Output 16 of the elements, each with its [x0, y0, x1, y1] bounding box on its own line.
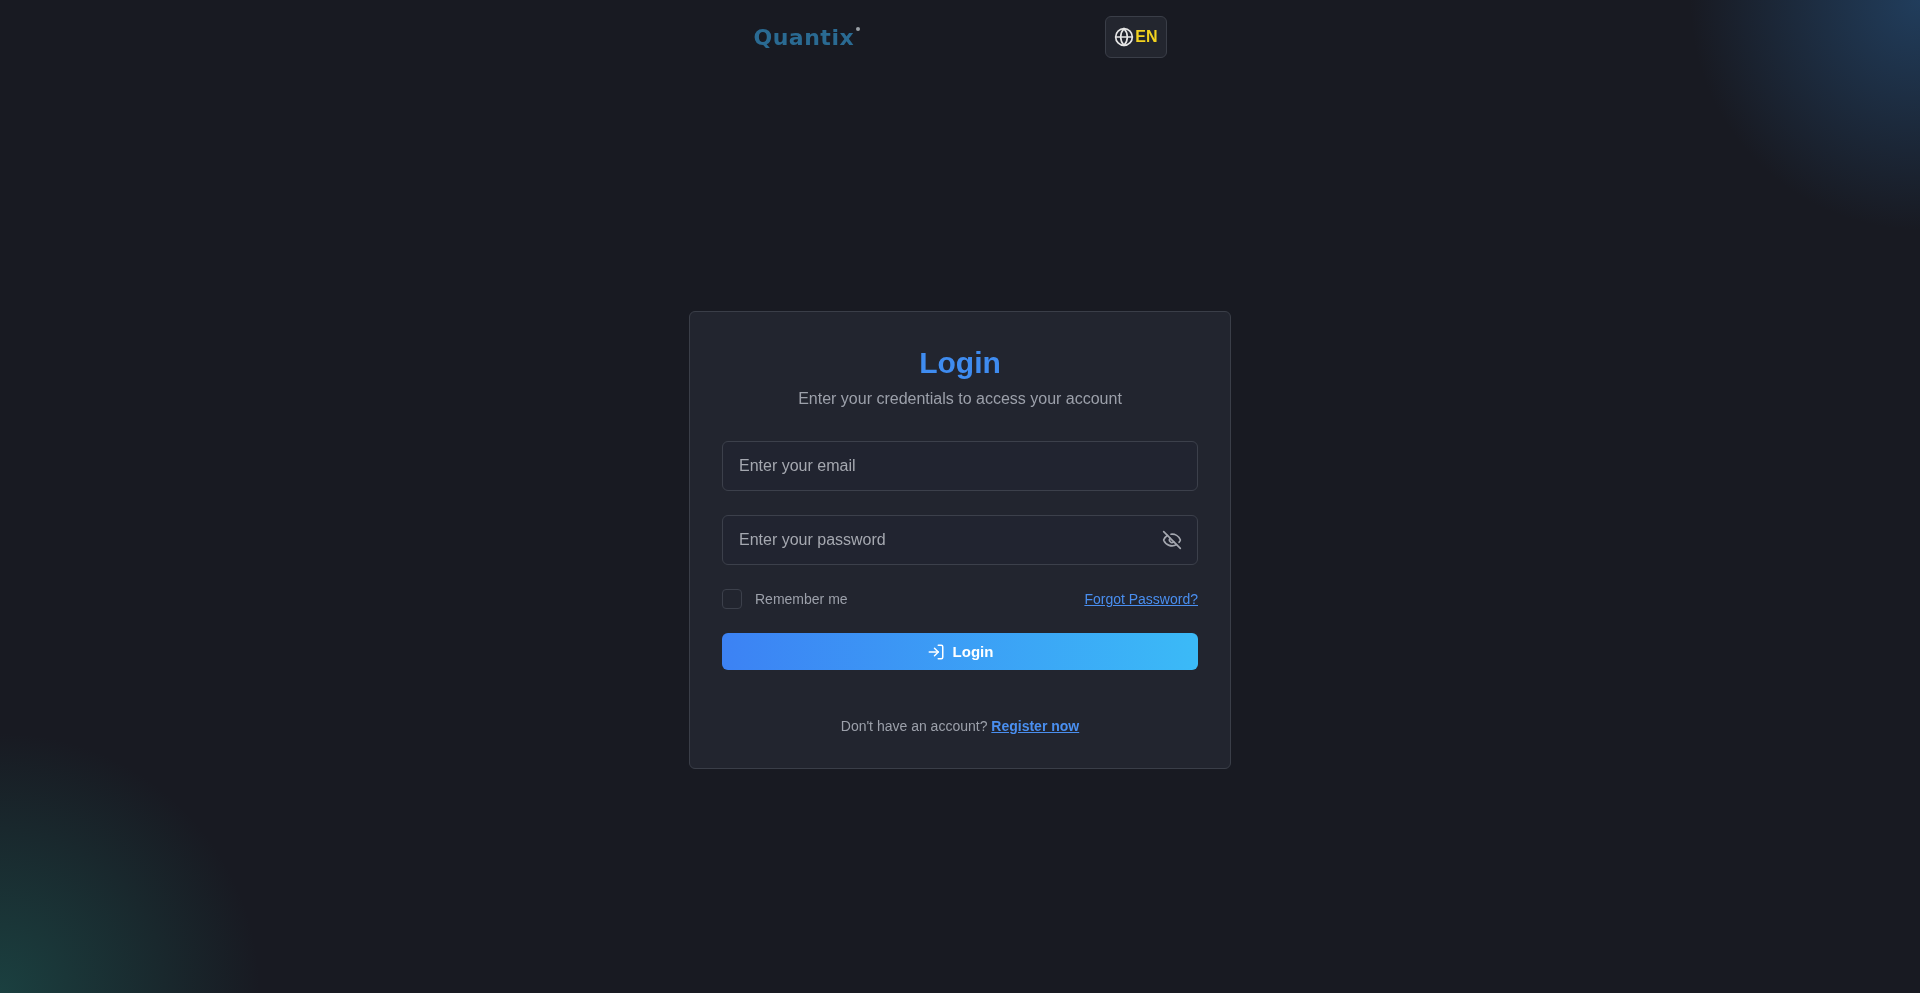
register-link[interactable]: Register now — [991, 718, 1080, 734]
login-icon — [926, 642, 945, 661]
login-title: Login — [918, 346, 1002, 380]
globe-icon — [1114, 27, 1135, 47]
login-button[interactable]: Login — [722, 633, 1198, 670]
logo-dot-icon — [856, 26, 861, 31]
remember-label: Remember me — [755, 591, 848, 607]
password-field[interactable]: Enter your password — [722, 515, 1198, 565]
eye-off-icon[interactable] — [1162, 530, 1182, 550]
logo: Quantix — [753, 24, 855, 50]
email-field[interactable]: Enter your email — [722, 441, 1198, 491]
forgot-password-link[interactable]: Forgot Password? — [1084, 591, 1198, 607]
register-prompt: Don't have an account? — [840, 718, 988, 734]
login-subtitle: Enter your credentials to access your account — [797, 390, 1123, 408]
remember-checkbox[interactable] — [722, 589, 742, 609]
language-button[interactable]: EN — [1105, 16, 1167, 58]
